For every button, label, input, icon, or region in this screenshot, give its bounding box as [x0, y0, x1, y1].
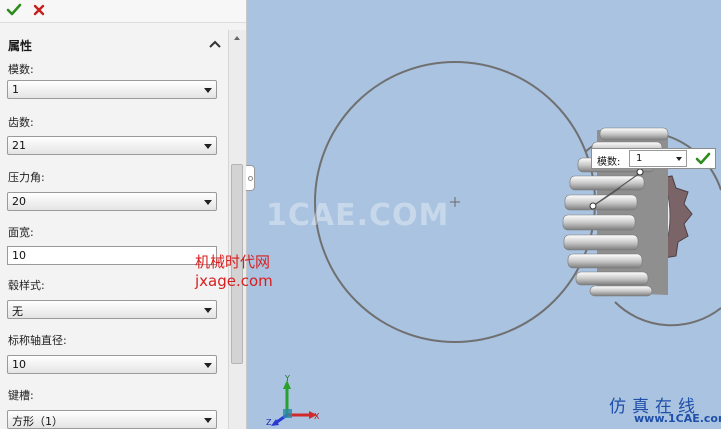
dropdown-arrow-icon[interactable] [204, 200, 212, 205]
checkmark-icon[interactable] [6, 1, 22, 19]
dropdown-arrow-icon[interactable] [204, 363, 212, 368]
dropdown-arrow-icon[interactable] [676, 157, 682, 161]
pressure-angle-select[interactable]: 20 [7, 192, 217, 211]
triad-x-label: X [314, 412, 320, 421]
shaft-diameter-value: 10 [12, 358, 26, 371]
module-label: 模数: [8, 63, 34, 76]
module-callout[interactable]: 模数: 1 [591, 148, 716, 169]
keyway-value: 方形（1） [12, 415, 63, 428]
callout-value: 1 [636, 153, 643, 164]
scroll-up-icon[interactable] [234, 36, 240, 40]
chevron-up-icon[interactable] [208, 38, 222, 50]
module-value: 1 [12, 83, 19, 96]
group-title: 属性 [8, 39, 33, 53]
callout-label: 模数: [597, 157, 621, 168]
pressure-angle-value: 20 [12, 195, 26, 208]
module-select[interactable]: 1 [7, 80, 217, 99]
watermark-jxage-url: jxage.com [195, 272, 273, 290]
teeth-label: 齿数: [8, 116, 34, 129]
close-icon[interactable] [31, 1, 47, 19]
triad-y-label: Y [285, 374, 290, 383]
triad-z-label: Z [266, 418, 272, 427]
watermark-1cae: 1CAE.COM [266, 198, 450, 233]
shaft-diameter-select[interactable]: 10 [7, 355, 217, 374]
teeth-value: 21 [12, 139, 26, 152]
hub-style-value: 无 [12, 305, 23, 318]
origin-crosshair-icon [450, 197, 460, 207]
dropdown-arrow-icon[interactable] [204, 308, 212, 313]
panel-scrollbar[interactable] [228, 30, 246, 429]
callout-module-select[interactable]: 1 [629, 150, 687, 167]
face-width-label: 面宽: [8, 226, 34, 239]
watermark-brand-url: www.1CAE.com [634, 412, 721, 425]
checkmark-icon[interactable] [695, 150, 711, 167]
dropdown-arrow-icon[interactable] [204, 418, 212, 423]
pressure-angle-label: 压力角: [8, 171, 45, 184]
coordinate-triad [271, 380, 317, 426]
keyway-select[interactable]: 方形（1） [7, 410, 217, 429]
properties-group-header[interactable]: 属性 [0, 34, 228, 54]
panel-toolbar [0, 0, 246, 23]
keyway-label: 键槽: [8, 389, 34, 402]
dropdown-arrow-icon[interactable] [204, 88, 212, 93]
teeth-select[interactable]: 21 [7, 136, 217, 155]
shaft-diameter-label: 标称轴直径: [8, 334, 67, 347]
hub-style-label: 毂样式: [8, 279, 45, 292]
face-width-input[interactable] [7, 246, 217, 265]
dropdown-arrow-icon[interactable] [204, 144, 212, 149]
hub-style-select[interactable]: 无 [7, 300, 217, 319]
watermark-jxage-cn: 机械时代网 [195, 253, 271, 271]
property-manager-panel: 属性 模数: 1 齿数: 21 压力角: 20 面宽: 毂样式: 无 标称轴直径… [0, 0, 247, 429]
pitch-circle-small-bottom[interactable] [614, 301, 721, 327]
